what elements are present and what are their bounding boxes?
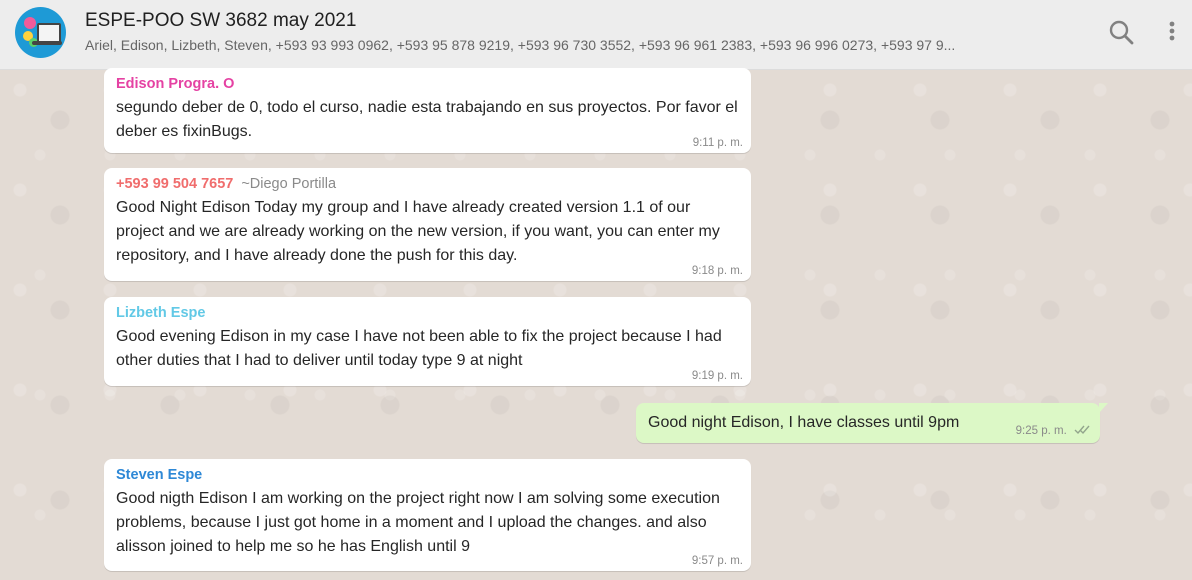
chat-members[interactable]: Ariel, Edison, Lizbeth, Steven, +593 93 … xyxy=(85,37,1070,53)
message-time: 9:57 p. m. xyxy=(691,555,743,567)
search-icon[interactable] xyxy=(1107,18,1137,48)
message-text: Good Night Edison Today my group and I h… xyxy=(116,199,720,264)
message-bubble-outgoing[interactable]: Good night Edison, I have classes until … xyxy=(636,403,1108,443)
menu-icon[interactable] xyxy=(1157,18,1187,48)
message-text: Good nigth Edison I am working on the pr… xyxy=(116,490,720,555)
avatar-computer-stand xyxy=(32,41,62,45)
chat-title[interactable]: ESPE-POO SW 3682 may 2021 xyxy=(85,10,356,32)
message-bubble[interactable]: Lizbeth Espe Good evening Edison in my c… xyxy=(104,297,751,386)
chat-header[interactable]: ESPE-POO SW 3682 may 2021 Ariel, Edison,… xyxy=(0,0,1192,70)
group-avatar[interactable] xyxy=(15,7,66,58)
message-sender[interactable]: Lizbeth Espe xyxy=(116,303,739,325)
avatar-computer xyxy=(37,23,61,43)
bubble-tail xyxy=(1099,403,1108,413)
message-sender[interactable]: +593 99 504 7657 xyxy=(116,176,233,192)
message-bubble[interactable]: Steven Espe Good nigth Edison I am worki… xyxy=(104,459,751,571)
avatar-bubble xyxy=(24,17,36,29)
double-check-icon xyxy=(1074,424,1092,438)
message-sender[interactable]: Edison Progra. O xyxy=(116,74,739,96)
message-text: Good evening Edison in my case I have no… xyxy=(116,328,722,369)
message-bubble[interactable]: Edison Progra. O segundo deber de 0, tod… xyxy=(104,68,751,153)
message-time-status: 9:25 p. m. xyxy=(1016,424,1092,438)
message-time: 9:18 p. m. xyxy=(691,265,743,277)
message-time: 9:25 p. m. xyxy=(1015,425,1067,438)
message-bubble[interactable]: +593 99 504 7657 ~Diego Portilla Good Nig… xyxy=(104,168,751,281)
message-pushname: ~Diego Portilla xyxy=(241,176,337,192)
message-text: segundo deber de 0, todo el curso, nadie… xyxy=(116,99,738,140)
message-time: 9:11 p. m. xyxy=(692,137,743,149)
message-sender[interactable]: Steven Espe xyxy=(116,465,739,487)
message-time: 9:19 p. m. xyxy=(691,370,743,382)
message-sender-line: +593 99 504 7657 ~Diego Portilla xyxy=(116,174,739,196)
